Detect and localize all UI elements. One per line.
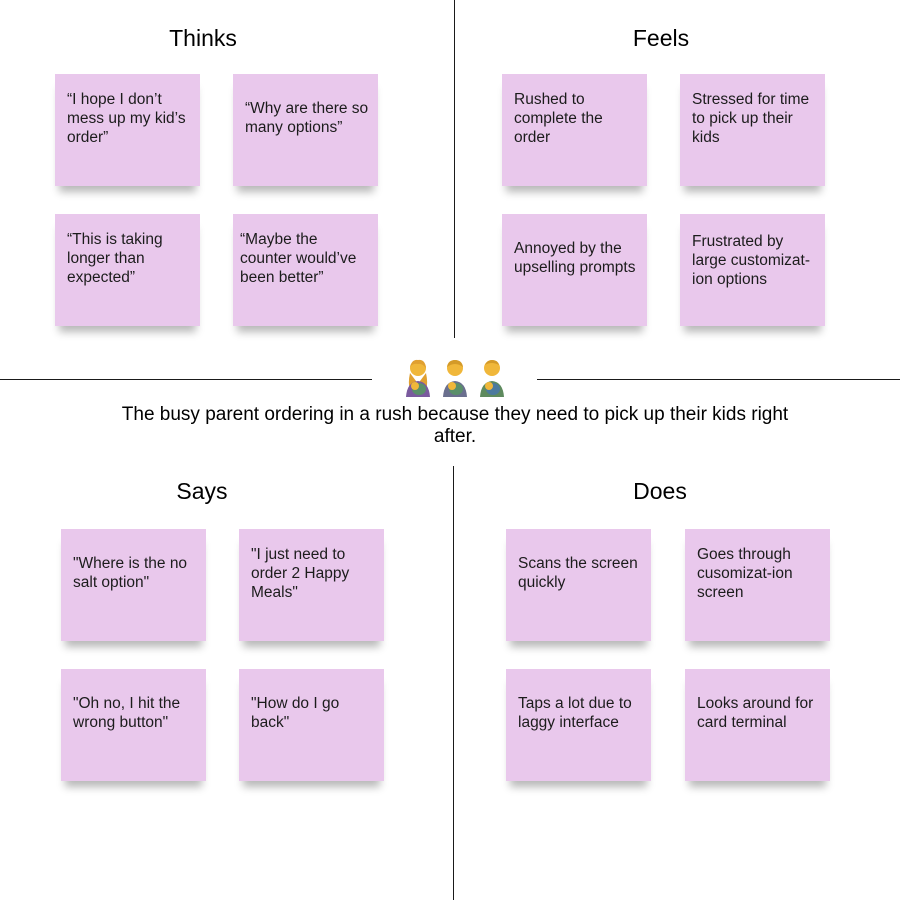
vertical-divider-bottom — [453, 466, 454, 900]
vertical-divider-top — [454, 0, 455, 338]
note-text: “This is taking longer than expected” — [67, 230, 163, 286]
note-text: "How do I go back" — [251, 695, 340, 731]
note-text: "Where is the no salt option" — [73, 555, 188, 591]
thinks-note-2[interactable]: “Why are there so many options” — [233, 74, 378, 186]
does-note-3[interactable]: Taps a lot due to laggy interface — [506, 669, 651, 781]
says-note-3[interactable]: "Oh no, I hit the wrong button" — [61, 669, 206, 781]
note-text: Looks around for card terminal — [697, 695, 814, 731]
note-text: “Why are there so many options” — [245, 100, 369, 136]
note-text: Goes through cusomizat-ion screen — [697, 545, 793, 601]
parent-holding-baby-icon — [443, 360, 467, 397]
persona-description: The busy parent ordering in a rush becau… — [121, 404, 789, 447]
parent-holding-baby-icon — [480, 360, 504, 397]
does-note-1[interactable]: Scans the screen quickly — [506, 529, 651, 641]
note-text: Scans the screen quickly — [518, 555, 638, 591]
note-text: Frustrated by large customizat-ion optio… — [692, 233, 811, 288]
thinks-note-3[interactable]: “This is taking longer than expected” — [55, 214, 200, 326]
says-note-1[interactable]: "Where is the no salt option" — [61, 529, 206, 641]
feels-note-3[interactable]: Annoyed by the upselling prompts — [502, 214, 647, 326]
feels-title: Feels — [632, 25, 690, 51]
note-text: "I just need to order 2 Happy Meals" — [251, 545, 350, 601]
says-note-4[interactable]: "How do I go back" — [239, 669, 384, 781]
horizontal-divider-left — [0, 379, 372, 380]
note-text: Taps a lot due to laggy interface — [518, 695, 632, 731]
does-note-4[interactable]: Looks around for card terminal — [685, 669, 830, 781]
note-text: “Maybe the counter would’ve been better” — [240, 230, 357, 286]
horizontal-divider-right — [537, 379, 900, 380]
note-text: “I hope I don’t mess up my kid’s order” — [67, 90, 186, 146]
note-text: Stressed for time to pick up their kids — [692, 90, 810, 146]
parent-holding-baby-icon — [406, 359, 430, 397]
feels-note-1[interactable]: Rushed to complete the order — [502, 74, 647, 186]
says-note-2[interactable]: "I just need to order 2 Happy Meals" — [239, 529, 384, 641]
note-text: Rushed to complete the order — [514, 90, 603, 146]
feels-note-4[interactable]: Frustrated by large customizat-ion optio… — [680, 214, 825, 326]
thinks-note-1[interactable]: “I hope I don’t mess up my kid’s order” — [55, 74, 200, 186]
says-title: Says — [176, 478, 228, 504]
note-text: "Oh no, I hit the wrong button" — [73, 695, 181, 731]
note-text: Annoyed by the upselling prompts — [514, 240, 636, 276]
feels-note-2[interactable]: Stressed for time to pick up their kids — [680, 74, 825, 186]
thinks-title: Thinks — [169, 25, 237, 51]
persona-icons — [406, 359, 504, 397]
does-note-2[interactable]: Goes through cusomizat-ion screen — [685, 529, 830, 641]
does-title: Does — [633, 478, 687, 504]
thinks-note-4[interactable]: “Maybe the counter would’ve been better” — [233, 214, 378, 326]
